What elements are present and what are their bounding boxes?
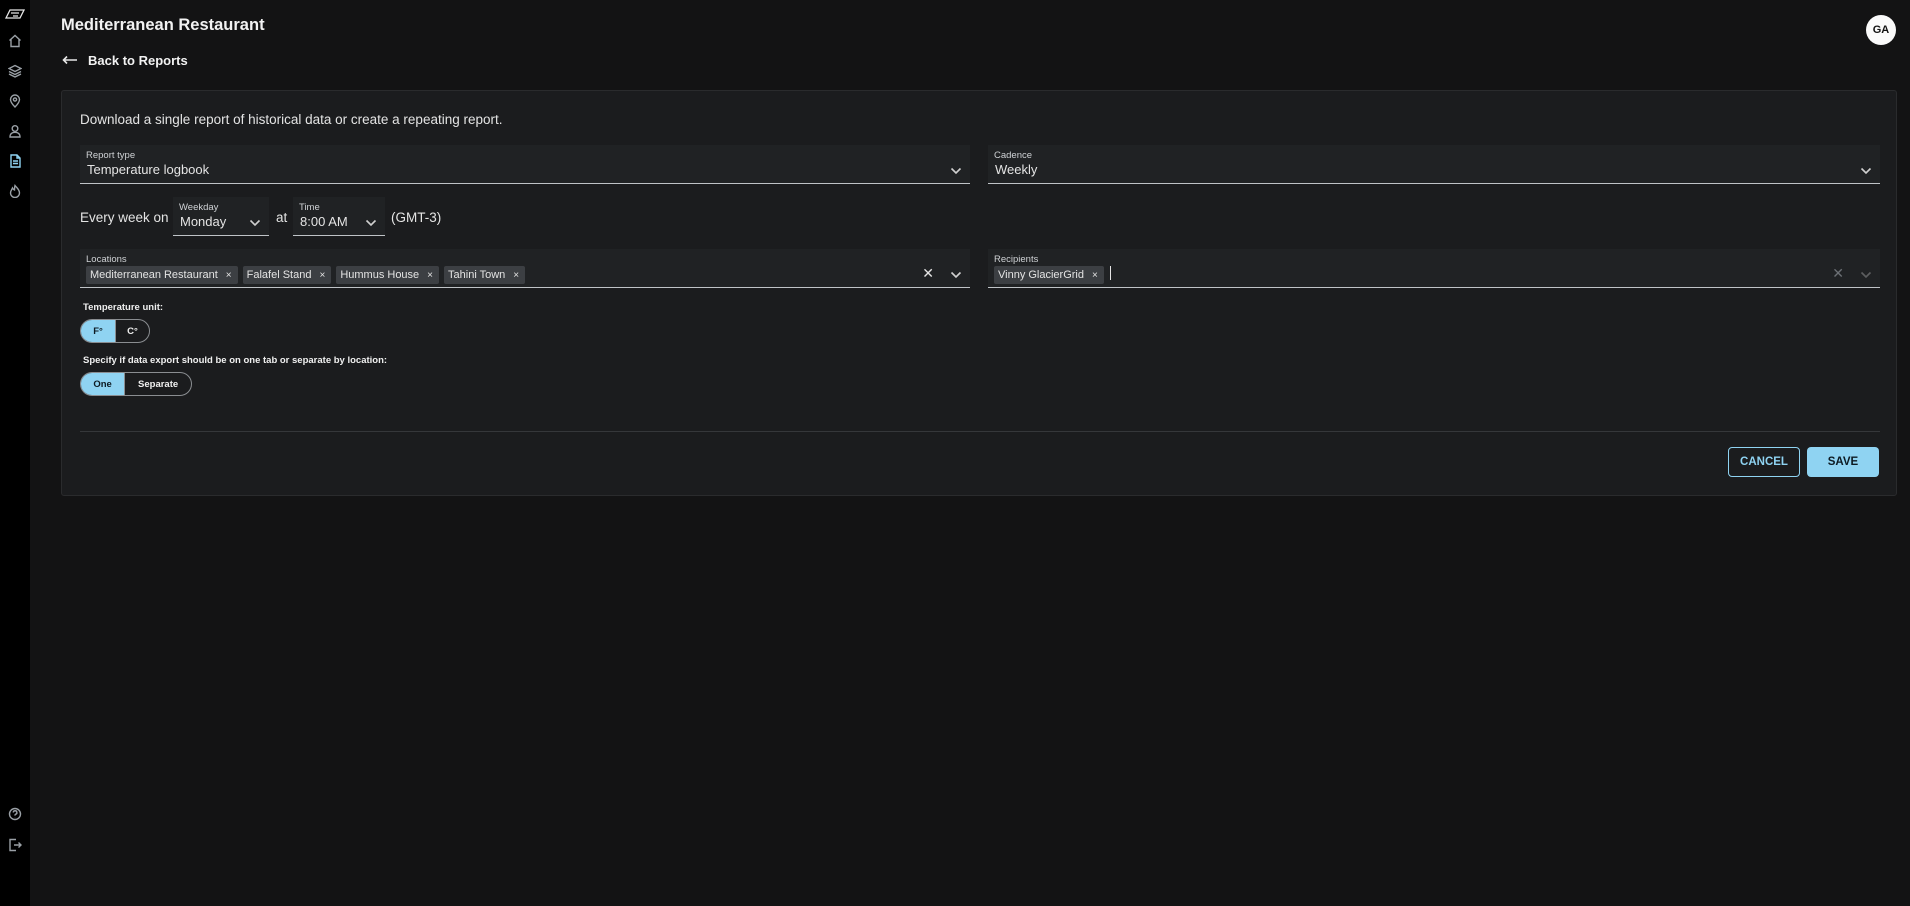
unit-fahrenheit-option[interactable]: F° bbox=[81, 320, 115, 342]
cadence-label: Cadence bbox=[994, 150, 1033, 161]
recipient-chip: Vinny GlacierGrid × bbox=[994, 266, 1104, 284]
report-type-label: Report type bbox=[86, 150, 136, 161]
arrow-left-icon bbox=[62, 53, 78, 68]
export-separate-option[interactable]: Separate bbox=[124, 373, 191, 395]
flame-icon[interactable] bbox=[5, 181, 25, 201]
report-type-value: Temperature logbook bbox=[87, 162, 210, 177]
chip-remove-icon[interactable]: × bbox=[513, 270, 519, 281]
cadence-value: Weekly bbox=[995, 162, 1038, 177]
location-chip: Tahini Town × bbox=[444, 266, 526, 284]
unit-celsius-option[interactable]: C° bbox=[114, 320, 149, 342]
cadence-select[interactable]: Cadence Weekly bbox=[988, 145, 1880, 184]
chevron-down-icon bbox=[1860, 162, 1872, 180]
locations-chips: Mediterranean Restaurant × Falafel Stand ×… bbox=[86, 266, 526, 284]
export-one-option[interactable]: One bbox=[81, 373, 125, 395]
brand-logo-icon[interactable] bbox=[4, 6, 26, 19]
chip-remove-icon[interactable]: × bbox=[1092, 270, 1098, 281]
back-to-reports-link[interactable]: Back to Reports bbox=[62, 53, 188, 68]
text-cursor bbox=[1110, 266, 1111, 280]
chevron-down-icon[interactable] bbox=[950, 266, 962, 284]
export-mode-label: Specify if data export should be on one … bbox=[83, 355, 388, 366]
cancel-button[interactable]: CANCEL bbox=[1728, 447, 1800, 477]
locations-label: Locations bbox=[86, 254, 127, 265]
location-chip: Hummus House × bbox=[336, 266, 440, 284]
sidebar bbox=[0, 0, 30, 906]
user-icon[interactable] bbox=[5, 121, 25, 141]
clear-icon[interactable]: ✕ bbox=[922, 265, 934, 282]
layers-icon[interactable] bbox=[5, 61, 25, 81]
location-pin-icon[interactable] bbox=[5, 91, 25, 111]
temperature-unit-label: Temperature unit: bbox=[83, 302, 164, 313]
time-value: 8:00 AM bbox=[300, 214, 348, 229]
weekday-label: Weekday bbox=[179, 202, 219, 213]
chevron-down-icon[interactable] bbox=[1860, 266, 1872, 284]
recipients-label: Recipients bbox=[994, 254, 1039, 265]
weekday-select[interactable]: Weekday Monday bbox=[173, 197, 269, 236]
location-chip: Falafel Stand × bbox=[242, 266, 332, 284]
avatar[interactable]: GA bbox=[1866, 15, 1896, 45]
time-select[interactable]: Time 8:00 AM bbox=[293, 197, 385, 236]
chip-remove-icon[interactable]: × bbox=[319, 270, 325, 281]
help-icon[interactable] bbox=[5, 804, 25, 824]
logout-icon[interactable] bbox=[5, 835, 25, 855]
back-link-label: Back to Reports bbox=[88, 53, 188, 68]
schedule-at: at bbox=[276, 210, 288, 225]
chevron-down-icon bbox=[950, 162, 962, 180]
home-icon[interactable] bbox=[5, 31, 25, 51]
recipients-multiselect[interactable]: Recipients Vinny GlacierGrid × ✕ bbox=[988, 249, 1880, 288]
recipients-chips: Vinny GlacierGrid × bbox=[994, 266, 1104, 284]
chip-remove-icon[interactable]: × bbox=[427, 270, 433, 281]
chevron-down-icon bbox=[365, 214, 377, 232]
location-chip: Mediterranean Restaurant × bbox=[86, 266, 238, 284]
export-mode-toggle: One Separate bbox=[80, 372, 192, 396]
clear-icon[interactable]: ✕ bbox=[1832, 265, 1844, 282]
report-type-select[interactable]: Report type Temperature logbook bbox=[80, 145, 970, 184]
report-document-icon[interactable] bbox=[5, 151, 25, 171]
locations-multiselect[interactable]: Locations Mediterranean Restaurant × Fala… bbox=[80, 249, 970, 288]
timezone-label: (GMT-3) bbox=[391, 210, 442, 225]
report-form-card: Download a single report of historical d… bbox=[61, 90, 1897, 496]
chip-remove-icon[interactable]: × bbox=[226, 270, 232, 281]
temperature-unit-toggle: F° C° bbox=[80, 319, 150, 343]
weekday-value: Monday bbox=[180, 214, 227, 229]
divider bbox=[80, 431, 1880, 432]
time-label: Time bbox=[299, 202, 320, 213]
schedule-prefix: Every week on bbox=[80, 210, 169, 225]
page-title: Mediterranean Restaurant bbox=[61, 16, 265, 34]
chevron-down-icon bbox=[249, 214, 261, 232]
save-button[interactable]: SAVE bbox=[1807, 447, 1879, 477]
intro-text: Download a single report of historical d… bbox=[80, 112, 503, 127]
